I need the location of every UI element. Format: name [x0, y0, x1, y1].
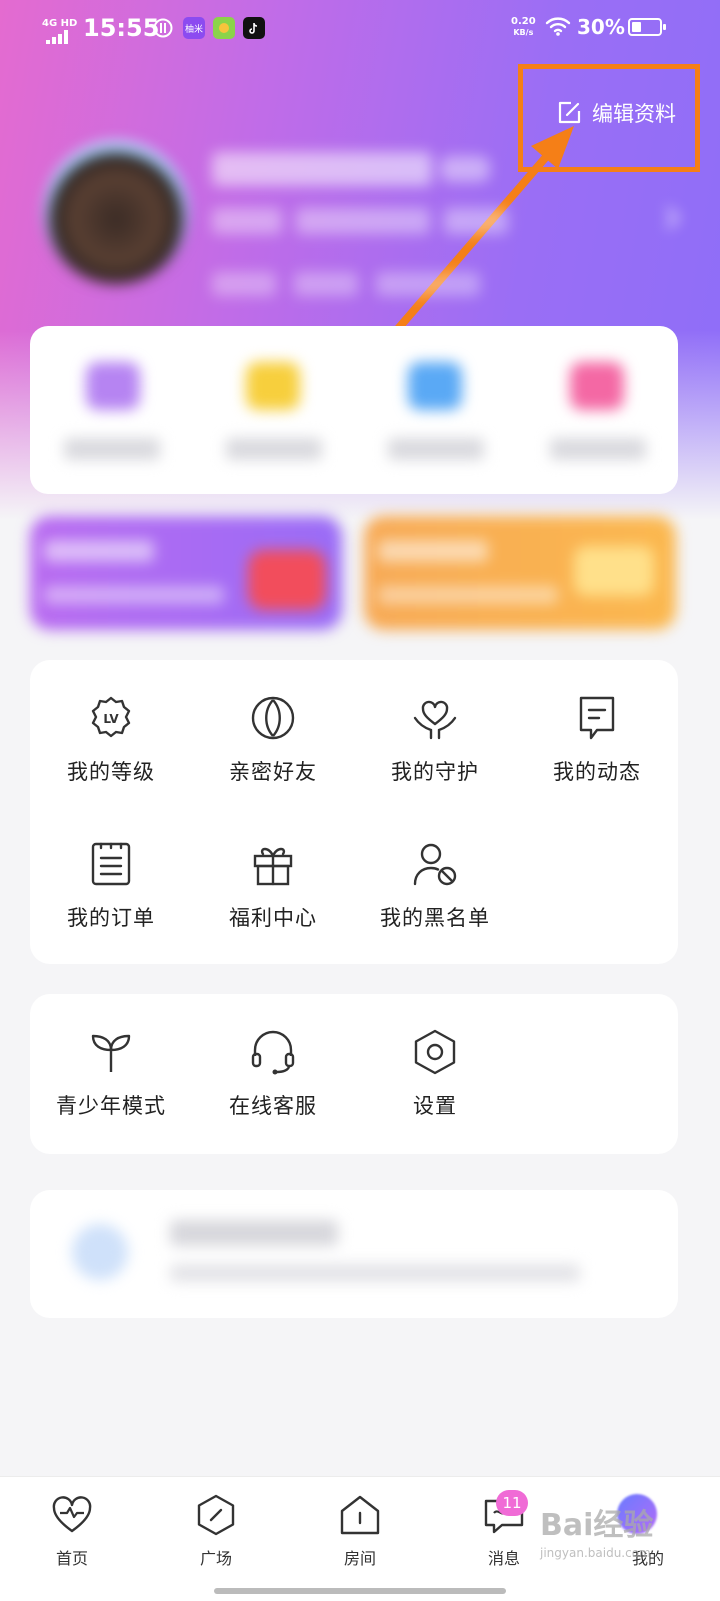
info-blurred [212, 208, 282, 234]
info-blurred [296, 208, 430, 234]
sprout-icon [91, 1034, 131, 1072]
info-card-blurred[interactable] [30, 1190, 678, 1318]
feature-intimate-friends[interactable]: 亲密好友 [192, 694, 354, 786]
feature-label: 我的等级 [67, 760, 155, 784]
setting-label: 设置 [413, 1094, 457, 1118]
setting-settings[interactable]: 设置 [354, 1028, 516, 1120]
feature-label: 我的订单 [67, 906, 155, 930]
tag-blurred [376, 272, 480, 296]
chevron-right-icon[interactable] [664, 206, 680, 230]
tab-room[interactable]: 房间 [300, 1493, 420, 1569]
heartbeat-icon [52, 1496, 92, 1533]
settings-card: 青少年模式 在线客服 设置 [30, 994, 678, 1154]
guardian-heart-icon [413, 700, 457, 740]
blocked-user-icon [413, 843, 457, 886]
setting-teen-mode[interactable]: 青少年模式 [30, 1028, 192, 1120]
message-square-icon [579, 696, 615, 740]
tab-label: 首页 [55, 1549, 88, 1568]
feature-label: 我的守护 [391, 760, 479, 784]
user-tag-blurred [440, 156, 490, 182]
feature-my-orders[interactable]: 我的订单 [30, 840, 192, 932]
tag-blurred [212, 272, 276, 296]
feature-label: 亲密好友 [229, 760, 317, 784]
annotation-arrow [293, 126, 574, 450]
quick-access-card [30, 326, 678, 494]
order-list-icon [91, 842, 131, 886]
tab-home[interactable]: 首页 [12, 1493, 132, 1569]
gift-icon [253, 847, 293, 886]
features-card: LV 我的等级 亲密好友 我的守护 我的动态 我的订单 福利中心 我的黑名单 [30, 660, 678, 964]
setting-label: 在线客服 [229, 1094, 317, 1118]
setting-online-service[interactable]: 在线客服 [192, 1028, 354, 1120]
tab-label: 房间 [343, 1549, 376, 1568]
tab-label: 广场 [199, 1549, 232, 1568]
feature-blacklist[interactable]: 我的黑名单 [354, 840, 516, 932]
feature-my-level[interactable]: LV 我的等级 [30, 694, 192, 786]
svg-text:LV: LV [103, 712, 119, 726]
info-blurred [444, 208, 508, 234]
level-badge-icon: LV [91, 696, 131, 738]
home-indicator[interactable] [214, 1588, 506, 1594]
intimate-friends-icon [251, 696, 295, 740]
avatar[interactable] [44, 140, 188, 284]
promo-banner-right[interactable] [364, 516, 676, 630]
quick-access-blurred [30, 326, 678, 494]
feature-label: 我的动态 [553, 760, 641, 784]
feature-label: 我的黑名单 [380, 906, 490, 930]
watermark: Bai经验 jingyan.baidu.com [540, 1508, 654, 1560]
username-blurred [212, 152, 432, 186]
headset-icon [251, 1030, 295, 1075]
setting-label: 青少年模式 [56, 1094, 166, 1118]
feature-my-guardian[interactable]: 我的守护 [354, 694, 516, 786]
house-icon [340, 1495, 380, 1535]
promo-banner-left[interactable] [30, 516, 342, 630]
message-count-badge: 11 [496, 1490, 528, 1516]
feature-welfare-center[interactable]: 福利中心 [192, 840, 354, 932]
tag-blurred [294, 272, 358, 296]
feature-label: 福利中心 [229, 906, 317, 930]
compass-icon [197, 1494, 235, 1536]
tab-square[interactable]: 广场 [156, 1493, 276, 1569]
feature-my-moments[interactable]: 我的动态 [516, 694, 678, 786]
settings-hexagon-icon [414, 1029, 456, 1075]
